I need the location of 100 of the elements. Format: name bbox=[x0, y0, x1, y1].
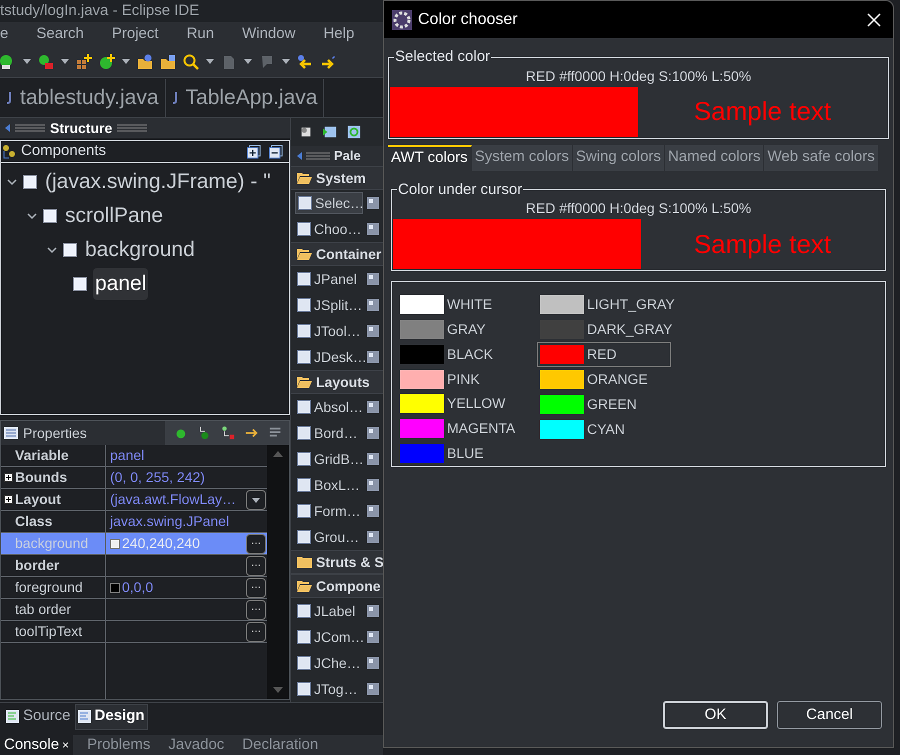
chevron-icon[interactable] bbox=[27, 211, 37, 221]
caret-icon[interactable] bbox=[252, 498, 260, 502]
editor-mode-tab[interactable]: Design bbox=[74, 704, 148, 730]
color-item[interactable]: GRAY bbox=[397, 316, 531, 342]
caret-icon[interactable] bbox=[23, 59, 31, 64]
tree-item[interactable]: panel bbox=[93, 268, 148, 300]
grip-icon[interactable] bbox=[306, 152, 330, 160]
caret-icon[interactable] bbox=[244, 59, 252, 64]
chevron-icon[interactable] bbox=[7, 177, 17, 187]
color-name: YELLOW bbox=[447, 394, 506, 414]
color-item[interactable]: RED bbox=[537, 342, 671, 367]
color-item[interactable]: PINK bbox=[397, 366, 531, 392]
dialog-button[interactable]: Cancel bbox=[777, 701, 882, 729]
property-row[interactable]: toolTipText ··· bbox=[1, 621, 267, 643]
property-row[interactable]: background 240,240,240 ··· bbox=[1, 533, 267, 555]
expand-icon[interactable] bbox=[4, 495, 13, 504]
ellipsis-button[interactable]: ··· bbox=[246, 578, 266, 598]
palette-item[interactable]: JSplit… bbox=[295, 294, 363, 316]
palette-item[interactable]: JChe… bbox=[295, 652, 363, 674]
caret-icon[interactable] bbox=[61, 59, 69, 64]
left-arrow-icon[interactable] bbox=[5, 124, 10, 132]
collapse-all-icon[interactable] bbox=[269, 144, 283, 158]
tab[interactable]: Web safe colors bbox=[764, 144, 879, 170]
grip-icon[interactable] bbox=[117, 124, 148, 132]
menu-item[interactable]: Project bbox=[112, 22, 159, 46]
menu-item[interactable]: e bbox=[0, 22, 8, 46]
debug-icon[interactable] bbox=[38, 54, 54, 70]
property-row[interactable]: Variable panel bbox=[1, 445, 267, 467]
folder-icon[interactable] bbox=[160, 54, 176, 70]
menu-item[interactable]: Search bbox=[36, 22, 84, 46]
property-row[interactable]: Bounds (0, 0, 255, 242) bbox=[1, 467, 267, 489]
palette-item[interactable]: JTog… bbox=[295, 678, 363, 700]
caret-icon[interactable] bbox=[122, 59, 130, 64]
palette-item[interactable]: Grou… bbox=[295, 526, 363, 548]
arrow-icon[interactable] bbox=[245, 426, 259, 440]
palette-item[interactable]: Form… bbox=[295, 500, 363, 522]
color-item[interactable]: GREEN bbox=[537, 392, 671, 417]
caret-icon[interactable] bbox=[206, 59, 214, 64]
palette-item[interactable]: JCom… bbox=[295, 626, 363, 648]
menu-item[interactable]: Run bbox=[186, 22, 214, 46]
palette-item[interactable]: GridB… bbox=[295, 448, 363, 470]
color-item[interactable]: ORANGE bbox=[537, 367, 671, 392]
tab-label: TableApp.java bbox=[186, 85, 318, 112]
expand-icon[interactable] bbox=[4, 473, 13, 482]
refresh-icon[interactable] bbox=[347, 125, 361, 139]
package-plus-icon[interactable] bbox=[76, 54, 92, 70]
palette-item[interactable]: JTool… bbox=[295, 320, 363, 342]
palette-item[interactable]: Bord… bbox=[295, 422, 363, 444]
tab[interactable]: Swing colors bbox=[572, 144, 665, 170]
palette-item[interactable]: JLabel bbox=[295, 600, 363, 622]
form-icon[interactable] bbox=[323, 125, 337, 139]
view-tab[interactable]: Javadoc bbox=[164, 735, 228, 755]
property-row[interactable]: border ··· bbox=[1, 555, 267, 577]
tree-item[interactable]: scrollPane bbox=[63, 200, 166, 232]
property-row[interactable]: Layout (java.awt.FlowLay… bbox=[1, 489, 267, 511]
color-item[interactable]: WHITE bbox=[397, 292, 531, 317]
color-item[interactable]: YELLOW bbox=[397, 391, 531, 416]
menu-item[interactable]: Window bbox=[242, 22, 296, 46]
property-row[interactable]: foreground 0,0,0 ··· bbox=[1, 577, 267, 599]
ellipsis-button[interactable]: ··· bbox=[246, 600, 266, 620]
ellipsis-button[interactable]: ··· bbox=[246, 556, 266, 576]
arrow-icon[interactable] bbox=[297, 54, 313, 70]
color-item[interactable]: BLACK bbox=[397, 342, 531, 367]
color-item[interactable]: BLUE bbox=[397, 441, 531, 466]
editor-mode-tab[interactable]: Source bbox=[4, 704, 73, 730]
palette-item[interactable]: JDesk… bbox=[295, 346, 363, 368]
tab[interactable]: Named colors bbox=[664, 144, 764, 170]
dialog-button[interactable]: OK bbox=[663, 701, 768, 729]
tree-item[interactable]: background bbox=[83, 234, 197, 266]
palette-item[interactable]: Absol… bbox=[295, 396, 363, 418]
tree-item[interactable]: (javax.swing.JFrame) - " bbox=[43, 166, 273, 198]
caret-icon[interactable] bbox=[282, 59, 290, 64]
view-tab[interactable]: Declaration bbox=[238, 735, 322, 755]
palette-item[interactable]: Choo… bbox=[295, 218, 363, 240]
expand-all-icon[interactable] bbox=[247, 144, 261, 158]
menu-item[interactable]: Help bbox=[323, 22, 354, 46]
color-item[interactable]: DARK_GRAY bbox=[537, 317, 671, 342]
class-plus-icon[interactable] bbox=[99, 54, 115, 70]
palette-item[interactable]: Selec… bbox=[295, 192, 363, 214]
palette-item[interactable]: BoxL… bbox=[295, 474, 363, 496]
grip-icon[interactable] bbox=[15, 124, 45, 132]
view-tab[interactable]: Problems bbox=[83, 735, 154, 755]
left-arrow-icon[interactable] bbox=[297, 152, 302, 160]
color-item[interactable]: MAGENTA bbox=[397, 416, 531, 442]
ellipsis-button[interactable]: ··· bbox=[246, 534, 266, 554]
arrow-icon[interactable] bbox=[320, 54, 336, 70]
search-icon[interactable] bbox=[183, 54, 199, 70]
editor-tab[interactable]: tablestudy.java bbox=[0, 79, 166, 117]
chevron-icon[interactable] bbox=[47, 245, 57, 255]
ellipsis-button[interactable]: ··· bbox=[246, 622, 266, 642]
color-item[interactable]: CYAN bbox=[537, 417, 671, 442]
property-row[interactable]: tab order ··· bbox=[1, 599, 267, 621]
palette-item[interactable]: JPanel bbox=[295, 268, 363, 290]
tab[interactable]: System colors bbox=[472, 144, 573, 170]
folder-icon[interactable] bbox=[137, 54, 153, 70]
dropdown-button[interactable] bbox=[246, 490, 266, 510]
editor-tab[interactable]: TableApp.java bbox=[166, 79, 324, 117]
close-icon[interactable] bbox=[867, 12, 881, 26]
view-tab[interactable]: Console × bbox=[0, 735, 74, 755]
component-icon bbox=[43, 209, 57, 223]
